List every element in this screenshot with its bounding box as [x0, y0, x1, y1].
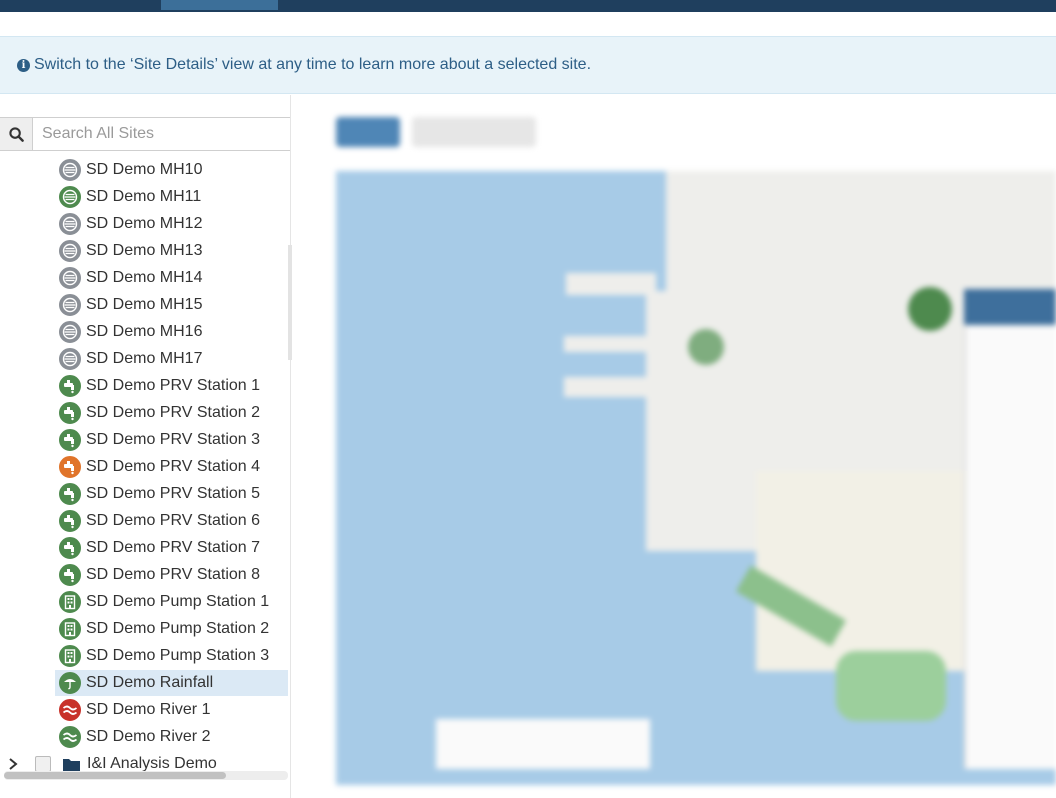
vertical-scrollbar[interactable] — [288, 245, 292, 360]
faucet-icon — [59, 375, 81, 397]
faucet-icon — [59, 483, 81, 505]
faucet-icon — [59, 402, 81, 424]
site-tree-item-label: SD Demo MH16 — [86, 323, 203, 340]
site-tree-item[interactable]: SD Demo Pump Station 1 — [55, 589, 288, 615]
site-tree-item-label: SD Demo MH14 — [86, 269, 203, 286]
folder-icon — [63, 757, 80, 771]
site-tree-item[interactable]: SD Demo MH11 — [55, 184, 288, 210]
building-icon — [59, 591, 81, 613]
site-tree-item[interactable]: SD Demo Pump Station 3 — [55, 643, 288, 669]
search-input[interactable] — [33, 118, 290, 150]
site-tree-item-label: SD Demo PRV Station 6 — [86, 512, 261, 529]
manhole-icon — [59, 348, 81, 370]
site-tree-item-label: SD Demo PRV Station 8 — [86, 566, 261, 583]
site-tree-item-label: SD Demo River 2 — [86, 728, 211, 745]
site-tree-item[interactable]: SD Demo PRV Station 6 — [55, 508, 288, 534]
site-tree-item[interactable]: SD Demo PRV Station 3 — [55, 427, 288, 453]
site-tree-item-label: SD Demo Rainfall — [86, 674, 214, 691]
site-tree-item[interactable]: SD Demo River 2 — [55, 724, 288, 750]
search-bar — [0, 117, 290, 151]
site-tree-item-label: SD Demo River 1 — [86, 701, 211, 718]
site-tree: SD Demo MH10 SD Demo MH11 SD Demo MH12 SD D… — [0, 157, 290, 774]
site-tree-item-label: SD Demo PRV Station 5 — [86, 485, 261, 502]
site-tree-item-label: SD Demo Pump Station 1 — [86, 593, 270, 610]
faucet-icon — [59, 456, 81, 478]
manhole-icon — [59, 186, 81, 208]
site-tree-item[interactable]: SD Demo Pump Station 2 — [55, 616, 288, 642]
site-tree-item[interactable]: SD Demo PRV Station 5 — [55, 481, 288, 507]
site-tree-item[interactable]: SD Demo Rainfall — [55, 670, 288, 696]
site-tree-item-label: SD Demo MH12 — [86, 215, 203, 232]
manhole-icon — [59, 294, 81, 316]
horizontal-scrollbar[interactable] — [4, 771, 288, 780]
building-icon — [59, 645, 81, 667]
site-tree-item-label: SD Demo PRV Station 4 — [86, 458, 261, 475]
faucet-icon — [59, 510, 81, 532]
search-icon[interactable] — [0, 118, 33, 150]
manhole-icon — [59, 321, 81, 343]
site-tree-item-label: SD Demo MH17 — [86, 350, 203, 367]
site-tree-item[interactable]: SD Demo MH13 — [55, 238, 288, 264]
map-view-button[interactable] — [336, 117, 400, 147]
info-banner: i Switch to the ‘Site Details’ view at a… — [0, 36, 1056, 94]
map-canvas[interactable] — [336, 171, 1056, 785]
faucet-icon — [59, 429, 81, 451]
map-area — [300, 95, 1056, 798]
site-tree-item-label: SD Demo MH11 — [86, 188, 202, 205]
manhole-icon — [59, 159, 81, 181]
group-checkbox[interactable] — [35, 756, 51, 772]
site-tree-item-label: SD Demo Pump Station 3 — [86, 647, 270, 664]
site-tree-item-label: SD Demo PRV Station 1 — [86, 377, 261, 394]
horizontal-scrollbar-thumb[interactable] — [4, 772, 226, 779]
site-tree-item[interactable]: SD Demo PRV Station 1 — [55, 373, 288, 399]
building-icon — [59, 618, 81, 640]
info-banner-text: Switch to the ‘Site Details’ view at any… — [34, 56, 592, 73]
river-icon — [59, 699, 81, 721]
site-tree-item-label: SD Demo PRV Station 3 — [86, 431, 261, 448]
site-tree-item[interactable]: SD Demo PRV Station 8 — [55, 562, 288, 588]
site-tree-item-label: SD Demo MH10 — [86, 161, 203, 178]
site-tree-item[interactable]: SD Demo MH17 — [55, 346, 288, 372]
site-tree-item-label: SD Demo Pump Station 2 — [86, 620, 270, 637]
manhole-icon — [59, 240, 81, 262]
site-details-button[interactable] — [412, 117, 536, 147]
river-icon — [59, 726, 81, 748]
faucet-icon — [59, 537, 81, 559]
site-tree-item-label: SD Demo PRV Station 2 — [86, 404, 261, 421]
site-tree-item[interactable]: SD Demo MH16 — [55, 319, 288, 345]
site-tree-item[interactable]: SD Demo PRV Station 4 — [55, 454, 288, 480]
site-tree-item[interactable]: SD Demo River 1 — [55, 697, 288, 723]
top-nav-bar — [0, 0, 1056, 12]
site-tree-panel: SD Demo MH10 SD Demo MH11 SD Demo MH12 SD D… — [0, 95, 292, 798]
faucet-icon — [59, 564, 81, 586]
site-tree-item-label: SD Demo PRV Station 7 — [86, 539, 261, 556]
top-nav-active-tab[interactable] — [161, 0, 278, 10]
manhole-icon — [59, 267, 81, 289]
manhole-icon — [59, 213, 81, 235]
site-tree-item-label: SD Demo MH15 — [86, 296, 203, 313]
site-tree-item-label: SD Demo MH13 — [86, 242, 203, 259]
info-circle-icon: i — [17, 58, 30, 72]
site-tree-item[interactable]: SD Demo MH10 — [55, 157, 288, 183]
blurred-map-view — [300, 95, 1056, 798]
chevron-right-icon[interactable] — [8, 757, 22, 771]
site-tree-item[interactable]: SD Demo MH12 — [55, 211, 288, 237]
site-tree-item[interactable]: SD Demo PRV Station 7 — [55, 535, 288, 561]
site-tree-item[interactable]: SD Demo MH15 — [55, 292, 288, 318]
site-tree-item[interactable]: SD Demo MH14 — [55, 265, 288, 291]
site-tree-item[interactable]: SD Demo PRV Station 2 — [55, 400, 288, 426]
rain-gauge-icon — [59, 672, 81, 694]
